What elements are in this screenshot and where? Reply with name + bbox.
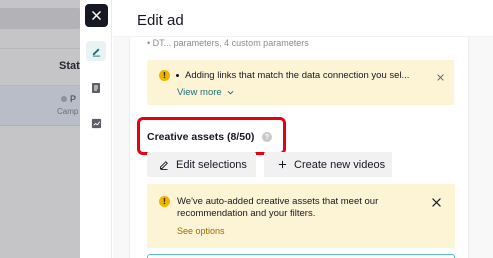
bullet-dot xyxy=(176,74,179,77)
close-icon xyxy=(92,11,101,20)
document-icon xyxy=(92,83,100,93)
auto-added-message-line1: We've auto-added creative assets that me… xyxy=(177,196,379,207)
drawer-title: Edit ad xyxy=(137,12,184,29)
edit-selections-label: Edit selections xyxy=(176,158,247,171)
view-more-link[interactable]: View more xyxy=(177,87,234,98)
close-icon xyxy=(431,197,441,207)
close-icon xyxy=(436,73,444,81)
rail-tab-analytics[interactable] xyxy=(88,115,104,131)
see-options-link[interactable]: See options xyxy=(177,226,225,236)
dismiss-warning-button[interactable] xyxy=(435,72,445,82)
warning-message: Adding links that match the data connect… xyxy=(185,70,410,81)
rail-tab-document[interactable] xyxy=(88,80,104,96)
pencil-icon xyxy=(158,159,170,171)
warning-icon: ! xyxy=(159,70,170,81)
rail-tab-edit[interactable] xyxy=(86,41,106,61)
next-section-edge xyxy=(147,254,455,258)
annotation-highlight-box xyxy=(137,117,286,155)
dismiss-banner-button[interactable] xyxy=(431,197,441,207)
plus-icon xyxy=(276,159,288,171)
edit-selections-button[interactable]: Edit selections xyxy=(147,152,256,177)
modal-overlay[interactable] xyxy=(0,0,80,258)
view-more-label: View more xyxy=(177,87,222,98)
warning-icon: ! xyxy=(159,196,170,207)
data-connection-warning-banner xyxy=(147,60,454,105)
url-parameters-summary: • DT... parameters, 4 custom parameters xyxy=(147,38,309,48)
analytics-icon xyxy=(91,118,101,128)
close-button[interactable] xyxy=(85,4,108,27)
create-new-videos-label: Create new videos xyxy=(294,158,386,171)
chevron-down-icon xyxy=(227,90,234,95)
edit-icon xyxy=(92,47,100,57)
auto-added-message-line2: recommendation and your filters. xyxy=(177,208,316,219)
create-new-videos-button[interactable]: Create new videos xyxy=(264,152,392,177)
